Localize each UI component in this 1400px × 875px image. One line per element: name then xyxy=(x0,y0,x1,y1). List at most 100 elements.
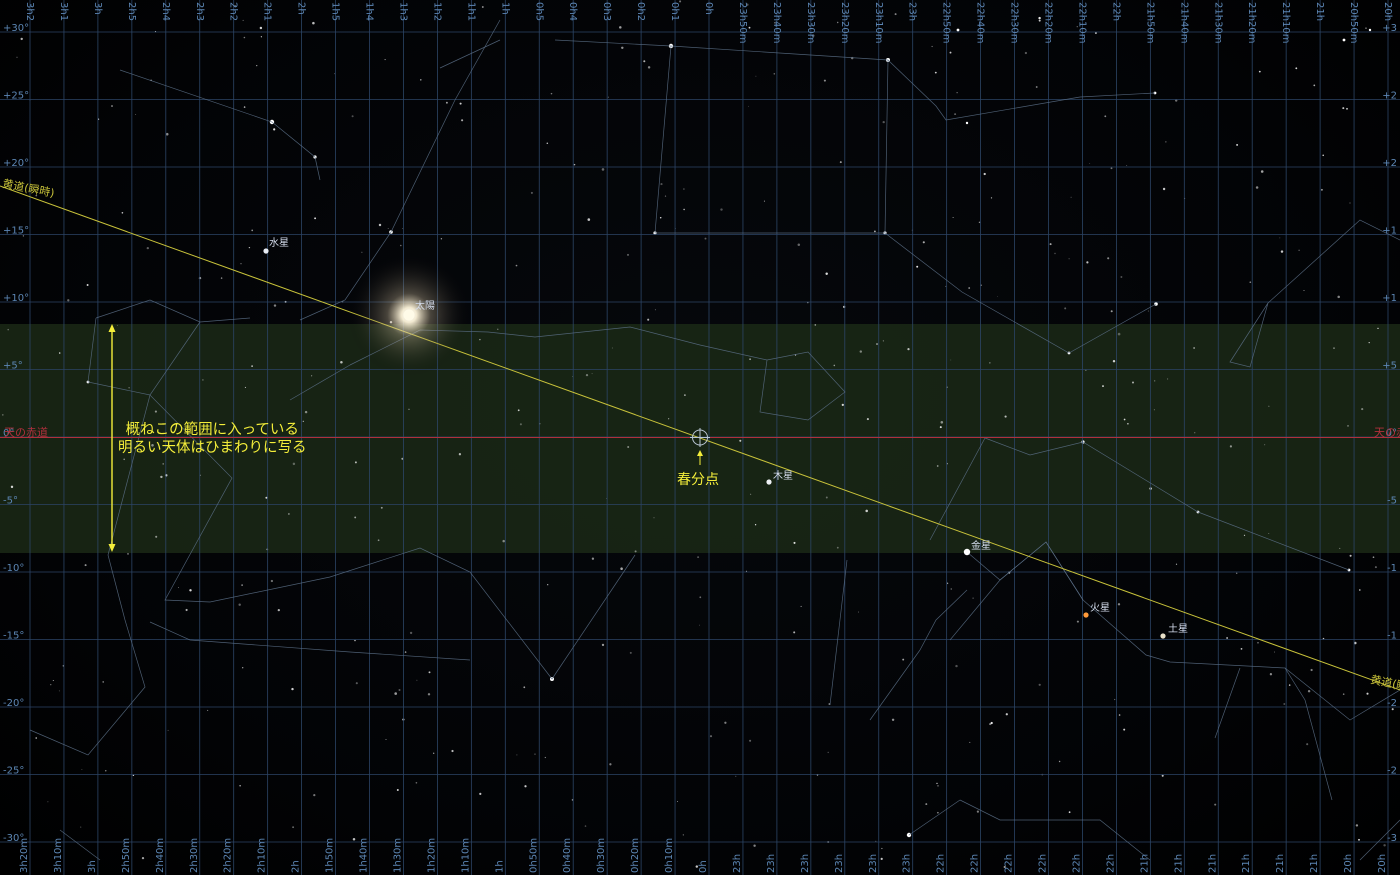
constellation-line xyxy=(1214,667,1333,801)
star xyxy=(634,550,637,553)
ra-label-top: 21h20m xyxy=(1246,2,1257,44)
star xyxy=(1368,341,1370,344)
star xyxy=(750,493,752,495)
star xyxy=(385,739,387,740)
star xyxy=(165,132,169,136)
star xyxy=(185,608,188,612)
star xyxy=(989,362,991,364)
star xyxy=(277,608,280,612)
star xyxy=(461,119,464,122)
star xyxy=(1089,162,1091,164)
star xyxy=(408,408,410,410)
coverage-annotation: 概ねこの範囲に入っている 明るい天体はひまわりに写る xyxy=(118,421,307,457)
ra-label-top: 1h xyxy=(499,2,510,15)
star xyxy=(627,253,629,256)
ecliptic-label-right: 黄道(瞬 xyxy=(1369,672,1400,693)
star xyxy=(1361,408,1364,411)
star xyxy=(312,21,315,25)
star xyxy=(937,811,939,814)
star xyxy=(292,462,296,466)
ra-label-bottom: 1h xyxy=(494,860,505,873)
planet-mercury[interactable]: 水星 xyxy=(263,237,289,254)
ra-label-top: 1h5 xyxy=(330,2,341,21)
star xyxy=(1279,237,1281,239)
constellation-line xyxy=(908,799,1151,861)
star xyxy=(516,754,518,756)
ra-label-top: 23h30m xyxy=(805,2,816,44)
star xyxy=(354,639,356,642)
sky-chart-view[interactable]: 水星 太陽 木星 金星 火星 土星 3h2 3h1 3h 2h5 2h4 2h3 2h2 2h1 2h 1h… xyxy=(0,0,1400,875)
star xyxy=(288,513,290,515)
ra-label-bottom: 23h xyxy=(732,854,743,873)
planet-disc[interactable] xyxy=(766,479,772,485)
planet-label: 木星 xyxy=(773,470,793,482)
star xyxy=(530,191,533,194)
star xyxy=(647,318,650,321)
planet-disc[interactable] xyxy=(403,309,415,321)
ra-label-top: 3h1 xyxy=(58,2,69,21)
star xyxy=(1298,249,1300,251)
star xyxy=(1193,347,1195,349)
star xyxy=(304,410,308,414)
star xyxy=(881,847,883,850)
star xyxy=(16,56,18,58)
star xyxy=(1306,743,1309,746)
planet-label: 金星 xyxy=(971,539,991,552)
ra-label-bottom: 23h xyxy=(766,854,777,873)
ra-label-top: 23h xyxy=(907,2,918,21)
star xyxy=(81,768,83,770)
star xyxy=(1358,838,1360,841)
star xyxy=(1307,689,1311,693)
star xyxy=(1366,692,1369,695)
star xyxy=(745,570,747,572)
star xyxy=(50,684,52,686)
ra-label-bottom: 22h xyxy=(1004,854,1015,873)
star xyxy=(420,79,422,81)
star xyxy=(1349,554,1352,557)
star xyxy=(1118,714,1121,716)
star xyxy=(167,729,169,731)
planet-disc[interactable] xyxy=(263,248,269,254)
planet-saturn[interactable]: 土星 xyxy=(1160,622,1188,639)
star xyxy=(720,208,723,211)
star xyxy=(377,539,380,542)
star xyxy=(80,826,82,828)
planet-disc[interactable] xyxy=(963,548,971,556)
ra-label-top: 22h10m xyxy=(1076,2,1087,44)
star xyxy=(248,246,251,249)
planet-disc[interactable] xyxy=(1083,612,1089,618)
ra-label-top: 3h2 xyxy=(24,2,35,21)
ra-label-top: 23h10m xyxy=(873,2,884,44)
ra-label-top: 22h20m xyxy=(1043,2,1054,44)
star xyxy=(242,19,244,21)
star xyxy=(793,631,796,634)
ra-label-bottom: 21h xyxy=(1275,854,1286,873)
star xyxy=(105,770,107,772)
star xyxy=(749,739,752,742)
star xyxy=(123,458,125,461)
star xyxy=(1076,620,1079,623)
star xyxy=(916,265,919,268)
dec-label-left: +25° xyxy=(3,91,29,102)
star xyxy=(1110,310,1113,313)
star xyxy=(242,667,244,669)
star xyxy=(950,359,952,361)
star xyxy=(1313,84,1316,87)
planet-mars[interactable]: 火星 xyxy=(1083,602,1110,618)
planet-disc[interactable] xyxy=(1160,633,1166,639)
star xyxy=(682,834,684,836)
star xyxy=(1194,432,1196,434)
dec-label-right: +1 xyxy=(1382,226,1397,237)
ra-label-top: 1h1 xyxy=(465,2,476,21)
star xyxy=(416,679,418,681)
star xyxy=(1070,196,1072,198)
star xyxy=(1038,683,1041,686)
star xyxy=(735,775,737,777)
dec-label-right: +2 xyxy=(1382,158,1397,169)
ra-label-bottom: 0h30m xyxy=(596,838,607,873)
star xyxy=(241,584,243,586)
star xyxy=(709,735,713,738)
star xyxy=(753,844,756,847)
ra-label-top: 22h40m xyxy=(975,2,986,44)
star xyxy=(202,379,204,381)
